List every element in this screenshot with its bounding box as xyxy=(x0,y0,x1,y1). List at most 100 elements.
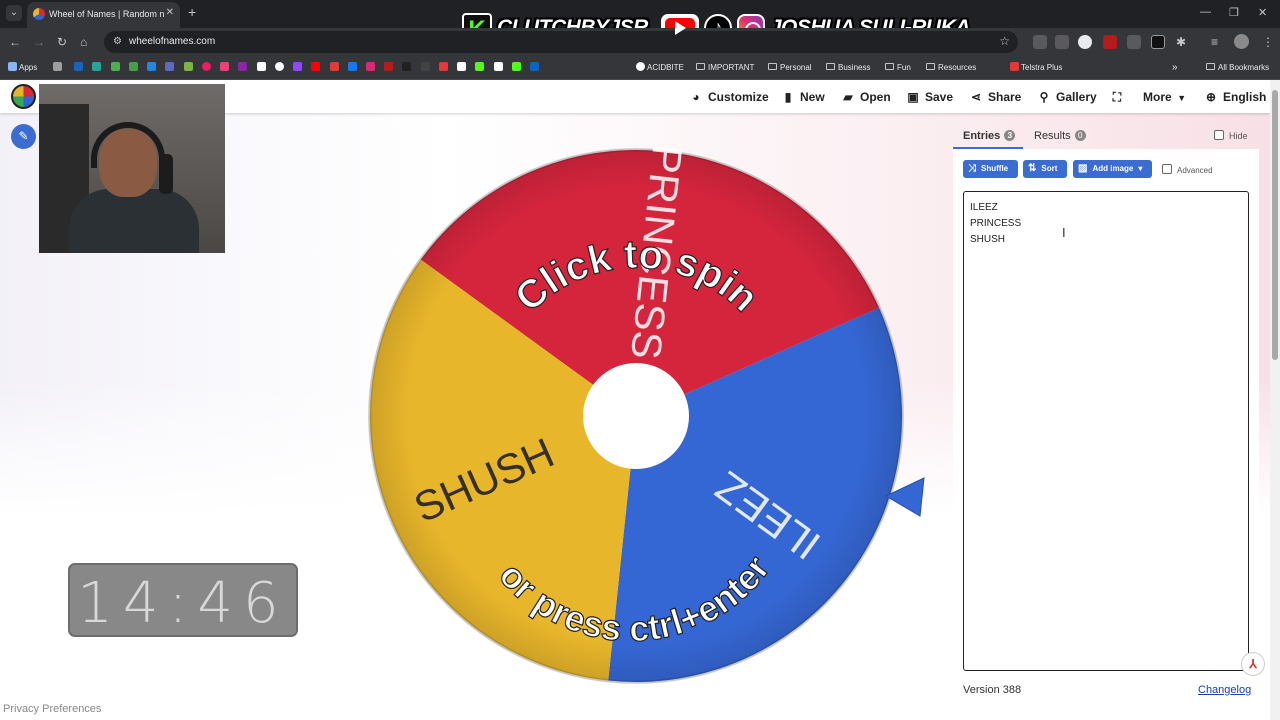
changelog-link[interactable]: Changelog xyxy=(1198,684,1251,696)
chrome-menu-icon[interactable]: ⋮ xyxy=(1262,35,1274,49)
profile-avatar[interactable] xyxy=(1234,34,1249,49)
bookmark-folder-resources[interactable]: Resources xyxy=(926,62,976,74)
page-content: ◕ Customize ▮ New ▰ Open ▣ Save ⋖ Share ⚲ Gall… xyxy=(0,80,1280,720)
tab-entries[interactable]: Entries 3 xyxy=(963,130,1016,142)
bookmark-all[interactable]: All Bookmarks xyxy=(1206,62,1269,74)
apps-grid-icon xyxy=(8,62,17,71)
share-button[interactable]: ⋖ Share xyxy=(970,90,1021,104)
pencil-icon: ✎ xyxy=(18,129,29,143)
reading-list-icon[interactable]: ≡ xyxy=(1211,35,1218,49)
spin-wheel[interactable]: PRINCESSILEEZSHUSH Click to spin or pres… xyxy=(364,146,926,696)
checkbox-icon[interactable] xyxy=(1214,130,1224,140)
tab-title: Wheel of Names | Random name picker xyxy=(49,9,164,19)
back-icon[interactable]: ← xyxy=(9,35,21,49)
image-icon: ▨ xyxy=(1078,163,1088,174)
url-text: wheelofnames.com xyxy=(129,36,216,47)
folder-icon xyxy=(826,63,835,70)
bookmark-telstra[interactable]: Telstra Plus xyxy=(1010,62,1062,74)
bookmarks-bar: Apps ACIDBITE IMPORTANT Personal Busines… xyxy=(0,56,1280,80)
entries-textarea[interactable]: ILEEZ PRINCESS SHUSH I ⅄ xyxy=(963,191,1265,676)
fullscreen-icon: ⛶ xyxy=(1112,90,1122,104)
extension-icon[interactable] xyxy=(1055,35,1069,49)
bookmark-apps[interactable]: Apps xyxy=(8,62,37,74)
close-window-icon[interactable]: ✕ xyxy=(1258,6,1267,19)
pdf-extension-icon[interactable] xyxy=(1103,35,1117,49)
tab-search-icon[interactable]: ⌄ xyxy=(6,5,22,21)
open-button[interactable]: ▰ Open xyxy=(842,90,890,104)
text-cursor-icon: I xyxy=(1062,225,1066,240)
site-info-icon[interactable]: ⚙ xyxy=(113,36,122,47)
sort-button[interactable]: ⇅ Sort xyxy=(1023,160,1067,178)
webcam-overlay xyxy=(39,84,225,253)
search-icon: ⚲ xyxy=(1039,90,1049,104)
restore-icon[interactable]: ❐ xyxy=(1229,6,1239,19)
pdf-floating-button[interactable]: ⅄ xyxy=(1241,652,1265,676)
reload-icon[interactable]: ↻ xyxy=(57,35,67,49)
extension-icon[interactable] xyxy=(1151,35,1165,49)
tab-results[interactable]: Results 0 xyxy=(1034,130,1086,142)
scroll-thumb[interactable] xyxy=(1272,90,1278,360)
bookmarks-overflow-icon[interactable]: » xyxy=(1172,62,1178,74)
page-scrollbar[interactable] xyxy=(1270,80,1280,720)
folder-icon xyxy=(696,63,705,70)
bookmark-shortcuts[interactable] xyxy=(53,62,541,74)
bookmark-folder-business[interactable]: Business xyxy=(826,62,870,74)
extension-icon[interactable] xyxy=(1127,35,1141,49)
home-icon[interactable]: ⌂ xyxy=(80,35,87,49)
privacy-preferences-link[interactable]: Privacy Preferences xyxy=(3,703,101,715)
entry-line: PRINCESS xyxy=(970,218,1022,229)
add-image-button[interactable]: ▨ Add image ▾ xyxy=(1073,160,1152,178)
entry-line: ILEEZ xyxy=(970,202,998,213)
folder-icon xyxy=(885,63,894,70)
address-bar[interactable]: ⚙ wheelofnames.com ☆ xyxy=(104,31,1018,53)
palette-icon: ◕ xyxy=(692,90,700,104)
extension-icon[interactable] xyxy=(1078,35,1092,49)
gallery-button[interactable]: ⚲ Gallery xyxy=(1038,90,1097,104)
bookmark-folder-fun[interactable]: Fun xyxy=(885,62,911,74)
caret-down-icon: ▼ xyxy=(1177,93,1187,103)
shuffle-icon: ⤨ xyxy=(968,163,976,174)
file-icon: ▮ xyxy=(784,90,792,104)
bookmark-star-icon[interactable]: ☆ xyxy=(999,34,1010,48)
caret-down-icon: ▾ xyxy=(1138,164,1143,173)
save-icon: ▣ xyxy=(907,90,919,104)
save-button[interactable]: ▣ Save xyxy=(907,90,953,104)
close-tab-icon[interactable]: ✕ xyxy=(166,7,174,18)
extension-icon[interactable] xyxy=(1033,35,1047,49)
minimize-icon[interactable]: — xyxy=(1200,6,1211,18)
browser-toolbar: ← → ↻ ⌂ ⚙ wheelofnames.com ☆ ✱ ≡ ⋮ xyxy=(0,28,1280,56)
browser-tab[interactable]: Wheel of Names | Random name picker ✕ xyxy=(27,2,180,28)
hide-checkbox[interactable]: Hide xyxy=(1214,130,1248,141)
share-icon: ⋖ xyxy=(970,90,982,104)
clock-time: 14:46 xyxy=(77,571,289,636)
more-button[interactable]: More ▼ xyxy=(1143,90,1188,104)
new-tab-icon[interactable]: + xyxy=(188,5,196,19)
clock-overlay: 14:46 xyxy=(68,563,298,637)
entries-count-badge: 3 xyxy=(1004,130,1016,141)
folder-icon xyxy=(1206,63,1215,70)
entries-panel: ⤨ Shuffle ⇅ Sort ▨ Add image ▾ Advanced ILEE… xyxy=(953,149,1265,706)
forward-icon[interactable]: → xyxy=(33,35,45,49)
version-label: Version 388 xyxy=(963,684,1022,696)
bookmark-acidbite[interactable]: ACIDBITE xyxy=(636,62,684,74)
pdf-icon: ⅄ xyxy=(1249,657,1257,671)
extensions-puzzle-icon[interactable]: ✱ xyxy=(1176,35,1186,49)
telstra-icon xyxy=(1010,62,1019,71)
edit-pencil-button[interactable]: ✎ xyxy=(11,124,36,149)
checkbox-icon[interactable] xyxy=(1162,164,1172,174)
shuffle-button[interactable]: ⤨ Shuffle xyxy=(963,160,1018,178)
bookmark-folder-personal[interactable]: Personal xyxy=(768,62,812,74)
wheel-logo-icon[interactable] xyxy=(11,84,36,109)
results-count-badge: 0 xyxy=(1074,130,1086,141)
advanced-checkbox[interactable]: Advanced xyxy=(1162,164,1213,175)
fullscreen-button[interactable]: ⛶ xyxy=(1111,90,1129,104)
wheel-center-hub[interactable] xyxy=(583,363,689,469)
globe-icon: ⊕ xyxy=(1205,90,1217,104)
acidbite-icon xyxy=(636,62,645,71)
new-button[interactable]: ▮ New xyxy=(782,90,825,104)
folder-open-icon: ▰ xyxy=(843,90,853,104)
bookmark-folder-important[interactable]: IMPORTANT xyxy=(696,62,754,74)
language-button[interactable]: ⊕ English xyxy=(1205,90,1266,104)
sort-icon: ⇅ xyxy=(1028,163,1037,174)
customize-button[interactable]: ◕ Customize xyxy=(690,90,768,104)
